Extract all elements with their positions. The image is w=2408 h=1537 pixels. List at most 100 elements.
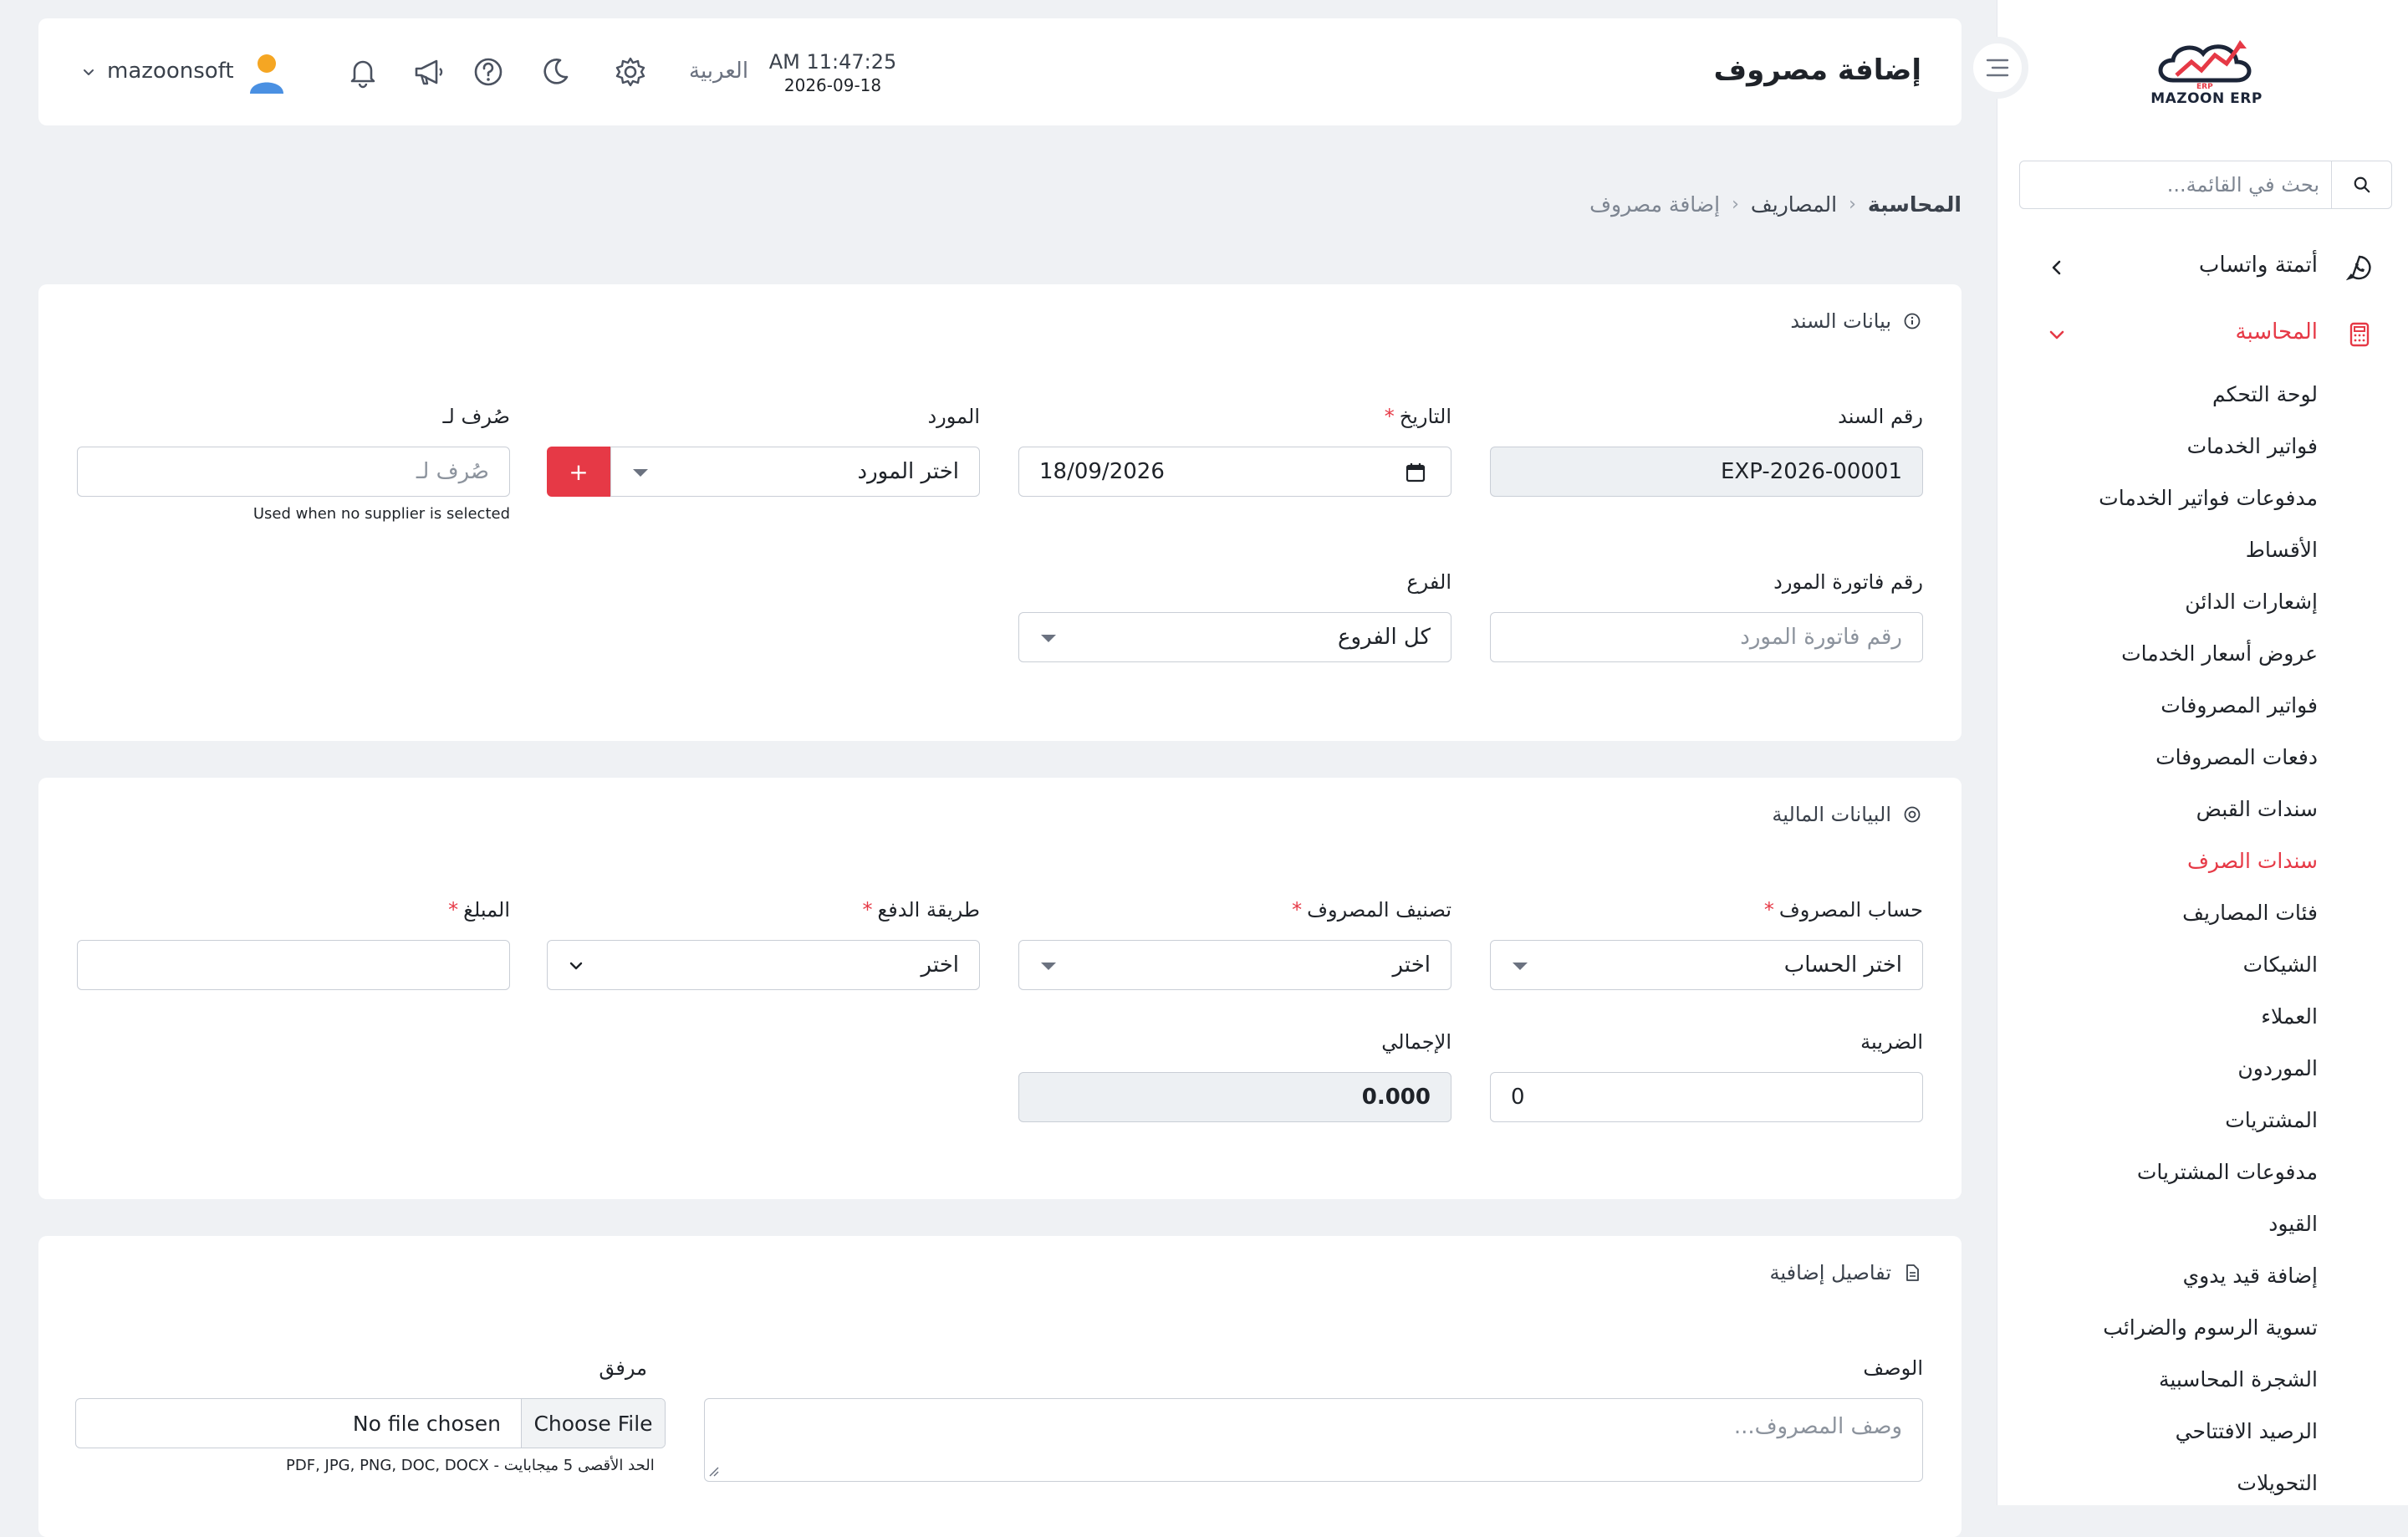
submenu-expense-invoices[interactable]: فواتير المصروفات xyxy=(2161,689,2318,723)
money-circle-icon xyxy=(1903,805,1921,824)
info-circle-icon xyxy=(1903,312,1921,330)
supplier-invoice-field[interactable]: رقم فاتورة المورد xyxy=(1490,612,1923,662)
submenu-expense-categories[interactable]: فئات المصاريف xyxy=(2182,896,2318,930)
required-asterisk: * xyxy=(1763,898,1774,922)
calendar-icon[interactable] xyxy=(1404,461,1427,484)
chevron-left-icon xyxy=(2047,258,2067,278)
date-value: 18/09/2026 xyxy=(1039,459,1165,484)
clock-date: 2026-09-18 xyxy=(783,75,882,95)
voucher-data-card: بيانات السند رقم السند التاريخ* المورد ص… xyxy=(38,284,1962,741)
breadcrumb-separator-icon: ‹ xyxy=(1732,194,1739,215)
header-clock: AM 11:47:25 2026-09-18 xyxy=(766,50,900,95)
caret-down-icon xyxy=(633,469,648,477)
sidebar-search-input[interactable] xyxy=(2045,168,2321,202)
total-value: 0.000 xyxy=(1361,1085,1431,1110)
expense-account-label: حساب المصروف* xyxy=(1764,898,1923,922)
payment-method-select[interactable]: اختر xyxy=(547,940,980,990)
branch-select[interactable]: كل الفروع xyxy=(1018,612,1451,662)
paid-to-field[interactable]: صُرف لـ xyxy=(77,447,510,497)
amount-field[interactable] xyxy=(77,940,510,990)
brand-logo[interactable]: ERP MAZOON ERP xyxy=(2148,37,2265,112)
user-name[interactable]: mazoonsoft xyxy=(107,59,234,84)
file-status-text: No file chosen xyxy=(352,1411,501,1436)
submenu-purchases[interactable]: المشتريات xyxy=(2225,1104,2318,1137)
sidebar-search-button[interactable] xyxy=(2331,161,2391,208)
submenu-expense-payments[interactable]: دفعات المصروفات xyxy=(2155,741,2318,774)
payment-method-value: اختر xyxy=(921,952,960,978)
whatsapp-icon xyxy=(2346,254,2373,281)
submenu-purchase-payments[interactable]: مدفوعات المشتريات xyxy=(2137,1156,2318,1189)
attachment-file-input[interactable]: No file chosen Choose File xyxy=(75,1398,666,1448)
supplier-invoice-label: رقم فاتورة المورد xyxy=(1773,570,1923,594)
sidebar: ERP MAZOON ERP أتمتة واتساب المحاسبة لوح… xyxy=(1997,0,2408,1505)
amount-label-text: المبلغ xyxy=(463,898,510,922)
settings-gear-icon[interactable] xyxy=(614,55,647,89)
menu-toggle-icon xyxy=(1985,57,2010,79)
language-switch[interactable]: العربية xyxy=(689,59,748,84)
expense-category-select[interactable]: اختر xyxy=(1018,940,1451,990)
branch-select-value: كل الفروع xyxy=(1337,625,1431,650)
calculator-icon xyxy=(2346,321,2373,348)
submenu-fees-tax-settlement[interactable]: تسوية الرسوم والضرائب xyxy=(2103,1311,2318,1345)
expense-account-select[interactable]: اختر الحساب xyxy=(1490,940,1923,990)
date-label-text: التاريخ xyxy=(1399,405,1451,428)
sidebar-item-whatsapp[interactable]: أتمتة واتساب xyxy=(1997,246,2408,288)
user-avatar[interactable] xyxy=(246,52,288,95)
submenu-service-invoices[interactable]: فواتير الخدمات xyxy=(2187,430,2318,463)
breadcrumb-root[interactable]: المحاسبة xyxy=(1868,192,1962,217)
paid-to-hint: Used when no supplier is selected xyxy=(253,505,510,523)
supplier-label: المورد xyxy=(927,405,980,428)
supplier-select-value: اختر المورد xyxy=(857,459,960,484)
tax-field[interactable]: 0 xyxy=(1490,1072,1923,1122)
submenu-cheques[interactable]: الشيكات xyxy=(2243,948,2318,982)
breadcrumb: المحاسبة ‹ المصاريف ‹ إضافة مصروف xyxy=(1589,192,1962,217)
submenu-chart-of-accounts[interactable]: الشجرة المحاسبية xyxy=(2159,1363,2318,1397)
chevron-down-icon[interactable] xyxy=(80,64,97,80)
announcements-megaphone-icon[interactable] xyxy=(411,55,445,89)
submenu-suppliers[interactable]: الموردون xyxy=(2237,1052,2318,1085)
submenu-add-manual-entry[interactable]: إضافة قيد يدوي xyxy=(2183,1259,2318,1293)
top-header: إضافة مصروف AM 11:47:25 2026-09-18 العرب… xyxy=(38,18,1962,125)
supplier-select[interactable]: اختر المورد xyxy=(610,447,980,497)
notifications-bell-icon[interactable] xyxy=(346,55,380,89)
submenu-transfers[interactable]: التحويلات xyxy=(2237,1467,2318,1500)
submenu-installments[interactable]: الأقساط xyxy=(2246,534,2318,567)
sidebar-item-accounting[interactable]: المحاسبة xyxy=(1997,313,2408,355)
required-asterisk: * xyxy=(862,898,873,922)
submenu-payment-vouchers[interactable]: سندات الصرف xyxy=(2187,845,2318,878)
submenu-dashboard[interactable]: لوحة التحكم xyxy=(2212,378,2318,411)
choose-file-button[interactable]: Choose File xyxy=(521,1399,665,1448)
resize-handle-icon[interactable] xyxy=(708,1466,720,1478)
sidebar-item-label: أتمتة واتساب xyxy=(2198,253,2318,278)
help-icon[interactable] xyxy=(472,55,505,89)
caret-down-icon xyxy=(1513,963,1528,970)
required-asterisk: * xyxy=(1292,898,1303,922)
submenu-receipt-vouchers[interactable]: سندات القبض xyxy=(2196,793,2318,826)
attachment-label: مرفق xyxy=(599,1356,647,1380)
sidebar-item-label: المحاسبة xyxy=(2235,319,2318,345)
payment-method-label: طريقة الدفع* xyxy=(863,898,980,922)
sidebar-toggle-button[interactable] xyxy=(1967,37,2028,99)
total-label: الإجمالي xyxy=(1381,1030,1451,1054)
description-textarea[interactable]: وصف المصروف... xyxy=(704,1398,1923,1482)
additional-details-card: تفاصيل إضافية الوصف مرفق وصف المصروف... … xyxy=(38,1236,1962,1537)
submenu-service-quotes[interactable]: عروض أسعار الخدمات xyxy=(2121,637,2318,671)
financial-data-card: البيانات المالية حساب المصروف* تصنيف الم… xyxy=(38,778,1962,1199)
tax-value: 0 xyxy=(1511,1085,1525,1110)
payment-method-label-text: طريقة الدفع xyxy=(877,898,980,922)
breadcrumb-separator-icon: ‹ xyxy=(1849,194,1856,215)
sidebar-search xyxy=(2019,161,2392,209)
add-supplier-button[interactable]: + xyxy=(547,447,610,497)
submenu-journal-entries[interactable]: القيود xyxy=(2268,1208,2318,1241)
submenu-credit-notes[interactable]: إشعارات الدائن xyxy=(2185,585,2318,619)
submenu-opening-balance[interactable]: الرصيد الافتتاحي xyxy=(2176,1415,2318,1448)
total-field: 0.000 xyxy=(1018,1072,1451,1122)
submenu-service-invoice-payments[interactable]: مدفوعات فواتير الخدمات xyxy=(2099,482,2318,515)
date-field[interactable]: 18/09/2026 xyxy=(1018,447,1451,497)
dark-mode-moon-icon[interactable] xyxy=(538,55,572,89)
paid-to-label: صُرف لـ xyxy=(442,405,510,428)
breadcrumb-current: إضافة مصروف xyxy=(1589,192,1721,217)
breadcrumb-parent[interactable]: المصاريف xyxy=(1751,192,1837,217)
date-label: التاريخ* xyxy=(1385,405,1451,428)
submenu-customers[interactable]: العملاء xyxy=(2261,1000,2318,1034)
